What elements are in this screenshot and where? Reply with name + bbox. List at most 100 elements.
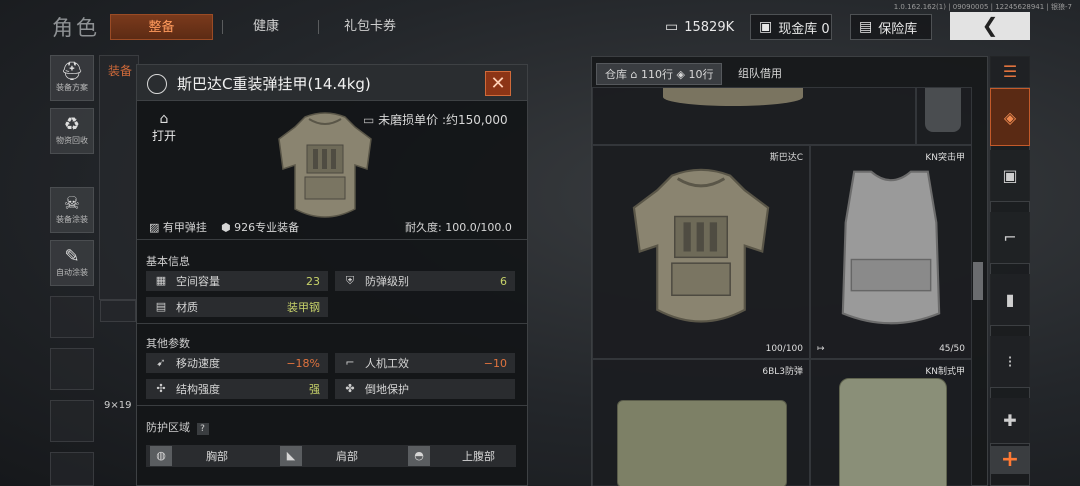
paint-icon: ☠ — [63, 193, 81, 214]
price-label: 未磨损单价 :约150,000 — [378, 113, 508, 127]
stat-down-protection: ✤ 倒地保护 — [335, 379, 515, 399]
item-name: 斯巴达C — [769, 153, 803, 163]
cash-vault-label: 现金库 0 — [778, 21, 830, 37]
loadout-icon: ⛑ — [60, 61, 84, 82]
chevron-left-icon: ❮ — [981, 13, 999, 37]
tab-team-borrow[interactable]: 组队借用 — [738, 63, 782, 85]
backpack-image — [663, 88, 803, 106]
item-spartan-c[interactable]: 斯巴达C 100/100 — [592, 145, 810, 359]
cash-icon: ▭ — [363, 113, 379, 127]
item-cell[interactable] — [592, 87, 916, 145]
stat-value: 6 — [500, 274, 507, 288]
shield-icon: ⛨ — [345, 274, 355, 287]
globe-icon — [147, 74, 167, 94]
tab-health[interactable]: 健康 — [232, 14, 300, 40]
storage-panel: 仓库 ⌂ 110行 ◈ 10行 组队借用 斯巴达C 100/100 KN突击甲 — [591, 56, 988, 486]
money-value: 15829K — [684, 19, 735, 35]
chest-icon: ◍ — [150, 446, 172, 466]
item-kn-assault[interactable]: KN突击甲 ↦ 45/50 — [810, 145, 972, 359]
medkit-icon[interactable]: ✚ — [990, 398, 1030, 444]
paint-button[interactable]: ☠ 装备涂装 — [50, 187, 94, 233]
close-button[interactable]: ✕ — [485, 71, 511, 96]
add-button[interactable]: + — [991, 446, 1029, 474]
item-cell[interactable] — [916, 87, 972, 145]
armor-vest-image — [841, 170, 941, 325]
stat-capacity: ▦ 空间容量 23 — [146, 271, 328, 291]
tag-type-label: 有甲弹挂 — [162, 221, 207, 234]
stat-value: −18% — [286, 356, 320, 370]
rifle-icon[interactable]: ⌐ — [990, 212, 1030, 264]
zone-title: 防护区域 — [146, 421, 190, 434]
stat-label: 材质 — [176, 301, 198, 314]
zone-shoulder-label: 肩部 — [336, 450, 358, 463]
item-kn-standard[interactable]: KN制式甲 — [810, 359, 972, 486]
scrollbar-thumb[interactable] — [973, 262, 983, 300]
rows-a: 110行 — [640, 68, 673, 81]
recycle-icon: ♻ — [63, 114, 81, 135]
slot-tab[interactable] — [100, 300, 136, 322]
money-display: ▭ 15829K — [657, 14, 737, 40]
cash-vault-button[interactable]: ▣ 现金库 0 — [750, 14, 832, 40]
zone-abdomen-label: 上腹部 — [462, 450, 495, 463]
stat-armor-class: ⛨ 防弹级别 6 — [335, 271, 515, 291]
equipment-slots-bg — [99, 55, 139, 300]
plate-carrier-image — [839, 378, 947, 486]
shoulder-icon: ◣ — [280, 446, 302, 466]
backpack-icon: ▦ — [155, 274, 167, 287]
abdomen-icon: ◓ — [408, 446, 430, 466]
empty-slot[interactable] — [50, 296, 94, 338]
back-button[interactable]: ❮ — [950, 12, 1030, 40]
divider — [137, 323, 527, 324]
stat-material: ▤ 材质 装甲钢 — [146, 297, 328, 317]
material-icon: ▤ — [155, 300, 167, 313]
basic-info-title: 基本信息 — [146, 255, 190, 268]
run-icon: ➹ — [156, 356, 166, 369]
loadout-button[interactable]: ⛑ 装备方案 — [50, 55, 94, 101]
recycle-label: 物资回收 — [56, 136, 88, 145]
divider — [137, 405, 527, 406]
armor-rig-icon[interactable]: ◈ — [990, 88, 1030, 146]
tab-equip[interactable]: 整备 — [110, 14, 213, 40]
pouch-image — [925, 88, 961, 132]
tag-armored-rig: ▨ 有甲弹挂 — [149, 219, 207, 235]
hex-icon: ⬢ — [221, 221, 235, 234]
zone-row: ◍ 胸部 ◣ 肩部 ◓ 上腹部 — [146, 445, 516, 467]
open-button[interactable]: ⌂ 打开 — [149, 111, 179, 144]
tag-icon: ◈ — [676, 68, 685, 81]
auto-paint-label: 自动涂装 — [56, 268, 88, 277]
recycle-button[interactable]: ♻ 物资回收 — [50, 108, 94, 154]
item-durability: 100/100 — [765, 344, 803, 354]
top-bar: 角色 整备 健康 礼包卡券 1.0.162.162(1) | 09090005 … — [0, 0, 1080, 52]
help-icon[interactable]: ? — [196, 423, 209, 435]
auto-paint-button[interactable]: ✎ 自动涂装 — [50, 240, 94, 286]
item-name: KN突击甲 — [925, 153, 965, 163]
safe-vault-button[interactable]: ▤ 保险库 — [850, 14, 932, 40]
equipment-header: 装备 — [108, 64, 133, 78]
paint-label: 装备涂装 — [56, 215, 88, 224]
storage-label: 仓库 — [605, 68, 627, 81]
empty-slot[interactable] — [50, 400, 94, 442]
layers-icon[interactable]: ☰ — [990, 56, 1030, 88]
open-label: 打开 — [151, 129, 176, 143]
vault-icon: ▣ — [759, 19, 773, 35]
divider — [137, 239, 527, 240]
auto-paint-icon: ✎ — [64, 246, 80, 267]
stat-value: 23 — [306, 274, 320, 288]
vest-icon[interactable]: ▣ — [990, 150, 1030, 202]
rows-b: 10行 — [688, 68, 714, 81]
magazine-icon[interactable]: ▮ — [990, 274, 1030, 326]
tag-pro-label: 926专业装备 — [234, 221, 300, 234]
stat-value: −10 — [483, 356, 507, 370]
safe-icon: ▤ — [859, 19, 873, 35]
stat-label: 倒地保护 — [365, 383, 409, 396]
tab-gift-cards[interactable]: 礼包卡券 — [330, 14, 410, 40]
item-6bl3[interactable]: 6BL3防弹 — [592, 359, 810, 486]
durability: 耐久度: 100.0/100.0 — [405, 221, 512, 234]
ammo-icon[interactable]: ⁝ — [990, 336, 1030, 388]
box-icon: ⌂ — [159, 111, 169, 127]
tab-storage[interactable]: 仓库 ⌂ 110行 ◈ 10行 — [596, 63, 723, 85]
stat-structure: ✣ 结构强度 强 — [146, 379, 328, 399]
empty-slot[interactable] — [50, 452, 94, 486]
empty-slot[interactable] — [50, 348, 94, 390]
gun-icon: ⌐ — [345, 356, 355, 369]
